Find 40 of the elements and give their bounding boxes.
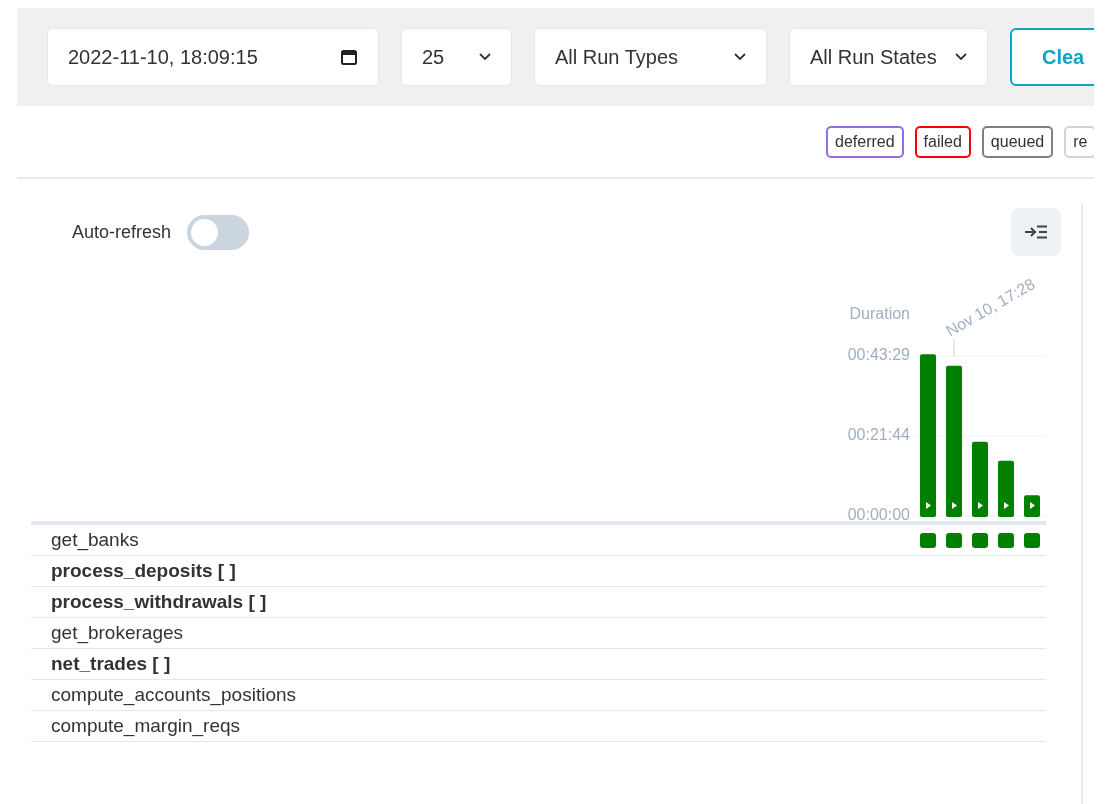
- task-name[interactable]: net_trades [ ]: [31, 649, 1040, 679]
- play-icon: [1004, 502, 1009, 509]
- chevron-down-icon: [955, 53, 967, 61]
- task-name[interactable]: get_banks: [31, 525, 920, 555]
- axis-title: Duration: [849, 305, 910, 322]
- task-name[interactable]: get_brokerages: [31, 618, 1040, 648]
- axis-tick-label: 00:21:44: [847, 426, 910, 444]
- task-name[interactable]: process_deposits [ ]: [31, 556, 1040, 586]
- task-name[interactable]: process_withdrawals [ ]: [31, 587, 1040, 617]
- chevron-down-icon: [479, 53, 491, 61]
- state-legend-tag[interactable]: re: [1064, 125, 1094, 158]
- play-icon: [952, 502, 957, 509]
- play-icon: [1030, 502, 1035, 509]
- task-instance-square[interactable]: [946, 532, 962, 548]
- limit-select[interactable]: 25: [401, 28, 512, 86]
- task-instance-square[interactable]: [972, 532, 988, 548]
- auto-refresh-label: Auto-refresh: [72, 221, 172, 244]
- collapse-panel-button[interactable]: [1011, 208, 1061, 256]
- date-field[interactable]: 2022-11-10, 18:09:15: [47, 28, 379, 86]
- arrow-to-list-icon: [1024, 225, 1048, 239]
- task-name[interactable]: compute_accounts_positions: [31, 680, 1040, 710]
- task-instance-square[interactable]: [920, 532, 936, 548]
- auto-refresh-toggle[interactable]: [187, 215, 250, 250]
- calendar-icon[interactable]: [340, 48, 358, 66]
- duration-bar[interactable]: [1024, 495, 1040, 517]
- duration-bar[interactable]: [998, 460, 1014, 517]
- state-legend-tag[interactable]: failed: [914, 125, 971, 158]
- duration-bar[interactable]: [972, 441, 988, 517]
- axis-tick-label: 00:43:29: [847, 346, 910, 364]
- state-legend-tag[interactable]: deferred: [826, 125, 904, 158]
- run-state-select[interactable]: All Run States: [789, 28, 988, 86]
- state-legend-tag[interactable]: queued: [981, 125, 1054, 158]
- task-instance-square[interactable]: [998, 532, 1014, 548]
- chevron-down-icon: [734, 53, 746, 61]
- task-instance-square[interactable]: [1024, 532, 1040, 548]
- play-icon: [978, 502, 983, 509]
- run-type-select[interactable]: All Run Types: [534, 28, 767, 86]
- play-icon: [926, 502, 931, 509]
- axis-tick-label: 00:00:00: [847, 506, 910, 521]
- task-name[interactable]: compute_margin_reqs: [31, 711, 1040, 741]
